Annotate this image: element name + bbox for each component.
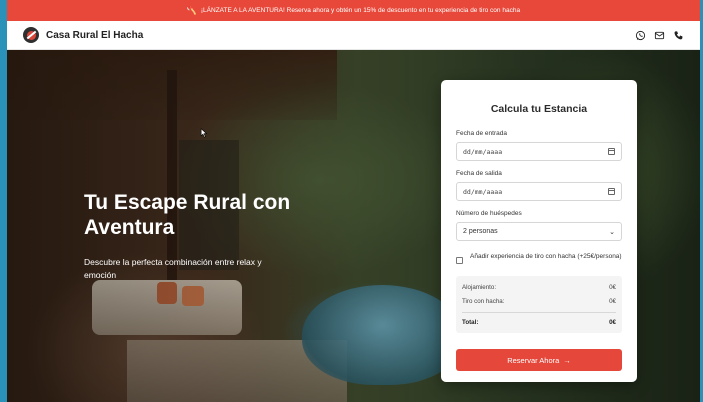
brand-name: Casa Rural El Hacha <box>46 29 144 41</box>
guests-selected-value: 2 personas <box>463 228 498 235</box>
price-summary: Alojamiento: 0€ Tiro con hacha: 0€ Total… <box>456 276 622 333</box>
whatsapp-icon[interactable] <box>635 30 646 41</box>
hero-subtitle: Descubre la perfecta combinación entre r… <box>84 257 262 280</box>
guests-select[interactable]: 2 personas ⌄ <box>456 222 622 241</box>
calendar-icon[interactable] <box>608 188 615 195</box>
promo-text: ¡LÁNZATE A LA AVENTURA! Reserva ahora y … <box>200 7 521 14</box>
logo-icon <box>23 27 39 43</box>
mouse-cursor-icon <box>200 128 208 138</box>
axe-icon: 🪓 <box>186 6 197 15</box>
axe-experience-label: Añadir experiencia de tiro con hacha (+2… <box>470 253 622 260</box>
window-frame-left <box>0 0 7 402</box>
summary-row-total: Total: 0€ <box>462 312 616 326</box>
axe-experience-option[interactable]: Añadir experiencia de tiro con hacha (+2… <box>456 252 622 264</box>
promo-banner: 🪓 ¡LÁNZATE A LA AVENTURA! Reserva ahora … <box>7 0 700 21</box>
brand[interactable]: Casa Rural El Hacha <box>23 27 143 43</box>
stay-calculator-card: Calcula tu Estancia Fecha de entrada dd/… <box>441 80 637 382</box>
axe-label: Tiro con hacha: <box>462 298 505 305</box>
contact-icons <box>635 30 684 41</box>
total-label: Total: <box>462 319 479 326</box>
checkout-date-input[interactable]: dd/mm/aaaa <box>456 182 622 201</box>
calendar-icon[interactable] <box>608 148 615 155</box>
guests-label: Número de huéspedes <box>456 210 522 217</box>
hero-title: Tu Escape Rural con Aventura <box>84 191 291 239</box>
arrow-right-icon: → <box>563 355 571 365</box>
lodging-label: Alojamiento: <box>462 284 497 291</box>
calculator-title: Calcula tu Estancia <box>490 103 588 115</box>
axe-value: 0€ <box>609 298 616 305</box>
checkout-label: Fecha de salida <box>456 170 502 177</box>
mail-icon[interactable] <box>654 30 665 41</box>
reserve-now-button[interactable]: Reservar Ahora → <box>456 349 622 371</box>
chevron-down-icon: ⌄ <box>609 228 615 236</box>
summary-row-lodging: Alojamiento: 0€ <box>462 284 616 291</box>
checkin-date-value: dd/mm/aaaa <box>463 147 503 156</box>
lodging-value: 0€ <box>609 284 616 291</box>
reserve-now-label: Reservar Ahora <box>507 355 560 365</box>
axe-experience-checkbox[interactable] <box>456 257 463 264</box>
checkout-date-value: dd/mm/aaaa <box>463 187 503 196</box>
phone-icon[interactable] <box>673 30 684 41</box>
header: Casa Rural El Hacha <box>7 21 700 50</box>
checkin-date-input[interactable]: dd/mm/aaaa <box>456 142 622 161</box>
total-value: 0€ <box>609 319 616 326</box>
summary-row-axe: Tiro con hacha: 0€ <box>462 298 616 305</box>
checkin-label: Fecha de entrada <box>456 130 507 137</box>
page: 🪓 ¡LÁNZATE A LA AVENTURA! Reserva ahora … <box>7 0 700 402</box>
